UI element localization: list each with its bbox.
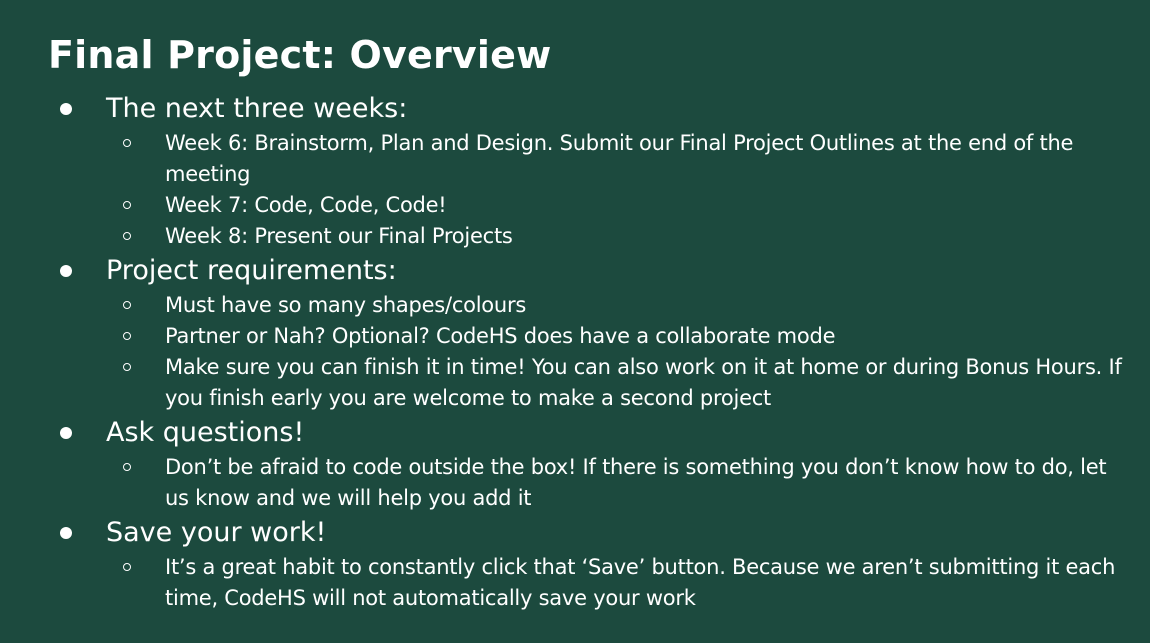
hollow-circle-icon [123, 463, 131, 471]
hollow-circle-icon [123, 139, 131, 147]
sub-bullet-text: Don’t be afraid to code outside the box!… [165, 455, 1107, 510]
sub-bullet-list: Don’t be afraid to code outside the box!… [60, 452, 1140, 514]
hollow-circle-icon [123, 563, 131, 571]
sub-bullet-text: Week 8: Present our Final Projects [165, 224, 513, 248]
hollow-circle-icon [123, 201, 131, 209]
bullet-dot-icon [60, 103, 72, 115]
sub-bullet-text: Must have so many shapes/colours [165, 293, 527, 317]
sub-bullet-text: Week 6: Brainstorm, Plan and Design. Sub… [165, 131, 1074, 186]
sub-bullet: Week 8: Present our Final Projects [60, 221, 1140, 252]
slide-title: Final Project: Overview [48, 33, 552, 77]
bullet-dot-icon [60, 427, 72, 439]
sub-bullet-list: Must have so many shapes/colours Partner… [60, 290, 1140, 414]
bullet-text: Project requirements: [106, 255, 397, 286]
sub-bullet-list: It’s a great habit to constantly click t… [60, 552, 1140, 614]
bullet-text: Ask questions! [106, 417, 305, 448]
hollow-circle-icon [123, 363, 131, 371]
hollow-circle-icon [123, 332, 131, 340]
bullet-list: The next three weeks: Week 6: Brainstorm… [60, 90, 1140, 614]
sub-bullet-text: Week 7: Code, Code, Code! [165, 193, 447, 217]
bullet-dot-icon [60, 527, 72, 539]
bullet-next-three-weeks: The next three weeks: Week 6: Brainstorm… [60, 90, 1140, 252]
sub-bullet: It’s a great habit to constantly click t… [60, 552, 1140, 614]
sub-bullet: Don’t be afraid to code outside the box!… [60, 452, 1140, 514]
sub-bullet: Make sure you can finish it in time! You… [60, 352, 1140, 414]
slide: Final Project: Overview The next three w… [0, 0, 1150, 643]
hollow-circle-icon [123, 232, 131, 240]
bullet-project-requirements: Project requirements: Must have so many … [60, 252, 1140, 414]
bullet-row: Project requirements: [60, 252, 1140, 290]
sub-bullet-text: It’s a great habit to constantly click t… [165, 555, 1116, 610]
sub-bullet-text: Partner or Nah? Optional? CodeHS does ha… [165, 324, 836, 348]
bullet-save-your-work: Save your work! It’s a great habit to co… [60, 514, 1140, 614]
sub-bullet: Week 6: Brainstorm, Plan and Design. Sub… [60, 128, 1140, 190]
sub-bullet-list: Week 6: Brainstorm, Plan and Design. Sub… [60, 128, 1140, 252]
sub-bullet: Partner or Nah? Optional? CodeHS does ha… [60, 321, 1140, 352]
slide-content: The next three weeks: Week 6: Brainstorm… [60, 90, 1140, 614]
bullet-row: Ask questions! [60, 414, 1140, 452]
sub-bullet-text: Make sure you can finish it in time! You… [165, 355, 1122, 410]
bullet-text: The next three weeks: [106, 93, 408, 124]
hollow-circle-icon [123, 301, 131, 309]
bullet-dot-icon [60, 265, 72, 277]
bullet-ask-questions: Ask questions! Don’t be afraid to code o… [60, 414, 1140, 514]
sub-bullet: Week 7: Code, Code, Code! [60, 190, 1140, 221]
bullet-row: The next three weeks: [60, 90, 1140, 128]
bullet-row: Save your work! [60, 514, 1140, 552]
bullet-text: Save your work! [106, 517, 327, 548]
sub-bullet: Must have so many shapes/colours [60, 290, 1140, 321]
